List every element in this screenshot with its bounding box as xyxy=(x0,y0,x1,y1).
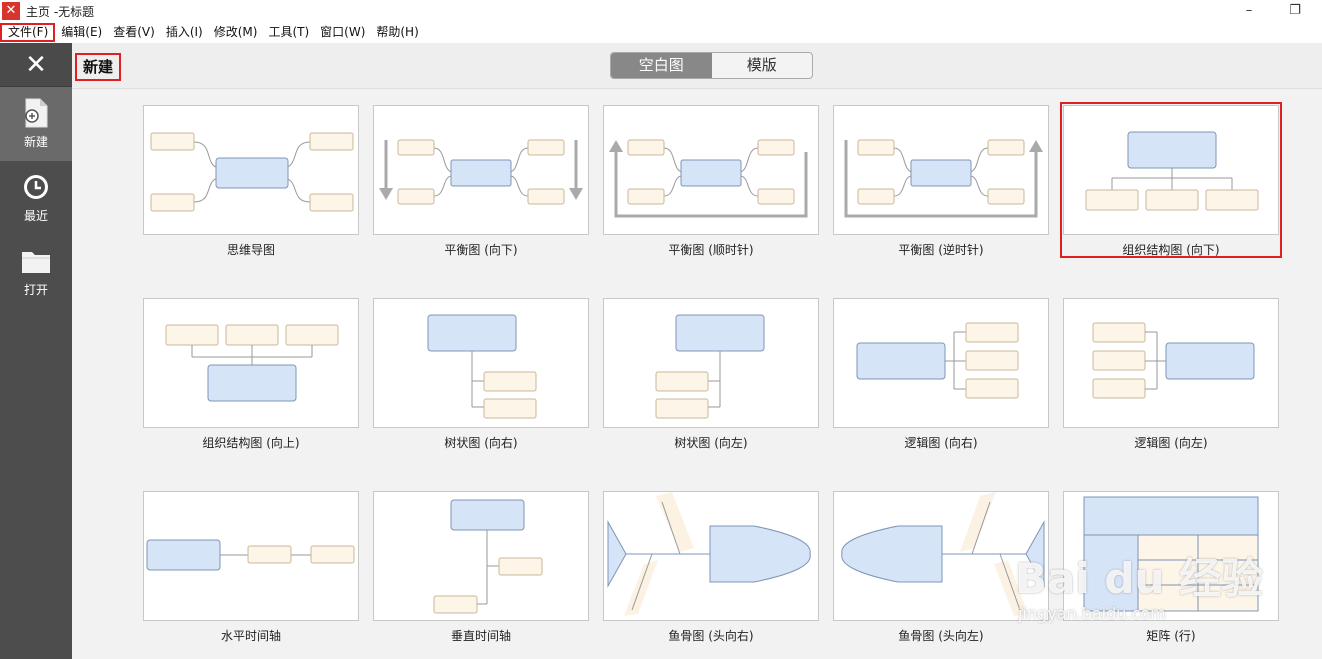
template-card-timeline-h[interactable]: 水平时间轴 xyxy=(143,491,359,643)
menu-bar: 文件(F) 编辑(E) 查看(V) 插入(I) 修改(M) 工具(T) 窗口(W… xyxy=(0,22,1322,43)
menu-view[interactable]: 查看(V) xyxy=(107,23,160,42)
balance-down-thumbnail xyxy=(373,105,589,235)
window-title: 主页 -无标题 xyxy=(26,4,95,19)
timeline-h-thumbnail xyxy=(143,491,359,621)
org-down-thumbnail xyxy=(1063,105,1279,235)
template-card-tree-left[interactable]: 树状图 (向左) xyxy=(603,298,819,450)
timeline-v-thumbnail xyxy=(373,491,589,621)
tree-right-thumbnail xyxy=(373,298,589,428)
menu-insert[interactable]: 插入(I) xyxy=(160,23,208,42)
menu-tools[interactable]: 工具(T) xyxy=(262,23,314,42)
baidu-watermark: Bai du 经验 xyxy=(1015,554,1263,603)
menu-modify[interactable]: 修改(M) xyxy=(208,23,263,42)
template-label: 垂直时间轴 xyxy=(450,629,511,643)
baidu-watermark-url: jingyan.baidu.com xyxy=(1018,604,1166,623)
template-card-logic-left[interactable]: 逻辑图 (向左) xyxy=(1063,298,1279,450)
template-label: 水平时间轴 xyxy=(220,629,281,643)
template-label: 平衡图 (向下) xyxy=(444,243,518,257)
header: 新建 空白图 模版 xyxy=(72,43,1322,89)
balance-cw-thumbnail xyxy=(603,105,819,235)
sidebar-item-new[interactable]: 新建 xyxy=(0,87,72,161)
template-label: 思维导图 xyxy=(226,243,275,257)
balance-ccw-thumbnail xyxy=(833,105,1049,235)
template-card-org-up[interactable]: 组织结构图 (向上) xyxy=(143,298,359,450)
template-tabs: 空白图 模版 xyxy=(610,52,813,79)
sidebar-item-label: 新建 xyxy=(23,135,48,149)
template-label: 鱼骨图 (头向右) xyxy=(668,629,754,643)
sidebar-item-recent[interactable]: 最近 xyxy=(0,161,72,235)
sidebar-item-label: 打开 xyxy=(23,283,48,297)
template-label: 逻辑图 (向右) xyxy=(904,436,978,450)
template-label: 平衡图 (逆时针) xyxy=(898,243,984,257)
template-card-logic-right[interactable]: 逻辑图 (向右) xyxy=(833,298,1049,450)
template-label: 平衡图 (顺时针) xyxy=(668,243,754,257)
template-label: 树状图 (向右) xyxy=(444,436,518,450)
title-bar: ✕ 主页 -无标题 – ❐ xyxy=(0,0,1322,22)
tab-blank[interactable]: 空白图 xyxy=(611,53,712,78)
menu-edit[interactable]: 编辑(E) xyxy=(55,23,107,42)
new-file-icon xyxy=(21,98,51,128)
restore-button[interactable]: ❐ xyxy=(1283,2,1307,20)
clock-icon xyxy=(21,172,51,202)
mindmap-thumbnail xyxy=(143,105,359,235)
tree-left-thumbnail xyxy=(603,298,819,428)
template-card-org-down[interactable]: 组织结构图 (向下) xyxy=(1060,102,1282,258)
minimize-button[interactable]: – xyxy=(1237,2,1261,20)
logic-left-thumbnail xyxy=(1063,298,1279,428)
app-logo-icon: ✕ xyxy=(2,2,20,20)
template-card-timeline-v[interactable]: 垂直时间轴 xyxy=(373,491,589,643)
logic-right-thumbnail xyxy=(833,298,1049,428)
template-card-balance-ccw[interactable]: 平衡图 (逆时针) xyxy=(833,105,1049,257)
template-label: 组织结构图 (向上) xyxy=(202,436,300,450)
template-card-mindmap[interactable]: 思维导图 xyxy=(143,105,359,257)
fishbone-right-thumbnail xyxy=(603,491,819,621)
menu-window[interactable]: 窗口(W) xyxy=(314,23,370,42)
sidebar-item-label: 最近 xyxy=(23,209,48,223)
close-button[interactable]: ✕ xyxy=(0,43,72,87)
template-label: 组织结构图 (向下) xyxy=(1122,243,1220,257)
menu-file[interactable]: 文件(F) xyxy=(0,23,56,42)
sidebar-item-open[interactable]: 打开 xyxy=(0,235,72,309)
tab-templates[interactable]: 模版 xyxy=(712,53,813,78)
sidebar: ✕ 新建 最近 打开 xyxy=(0,43,72,659)
close-icon: ✕ xyxy=(25,49,47,80)
template-label: 矩阵 (行) xyxy=(1146,629,1196,643)
folder-icon xyxy=(21,246,51,276)
template-card-balance-down[interactable]: 平衡图 (向下) xyxy=(373,105,589,257)
menu-help[interactable]: 帮助(H) xyxy=(370,23,423,42)
template-card-balance-cw[interactable]: 平衡图 (顺时针) xyxy=(603,105,819,257)
template-label: 逻辑图 (向左) xyxy=(1134,436,1208,450)
template-label: 鱼骨图 (头向左) xyxy=(898,629,984,643)
page-title: 新建 xyxy=(75,53,122,81)
template-card-fishbone-right[interactable]: 鱼骨图 (头向右) xyxy=(603,491,819,643)
org-up-thumbnail xyxy=(143,298,359,428)
template-label: 树状图 (向左) xyxy=(674,436,748,450)
template-card-tree-right[interactable]: 树状图 (向右) xyxy=(373,298,589,450)
